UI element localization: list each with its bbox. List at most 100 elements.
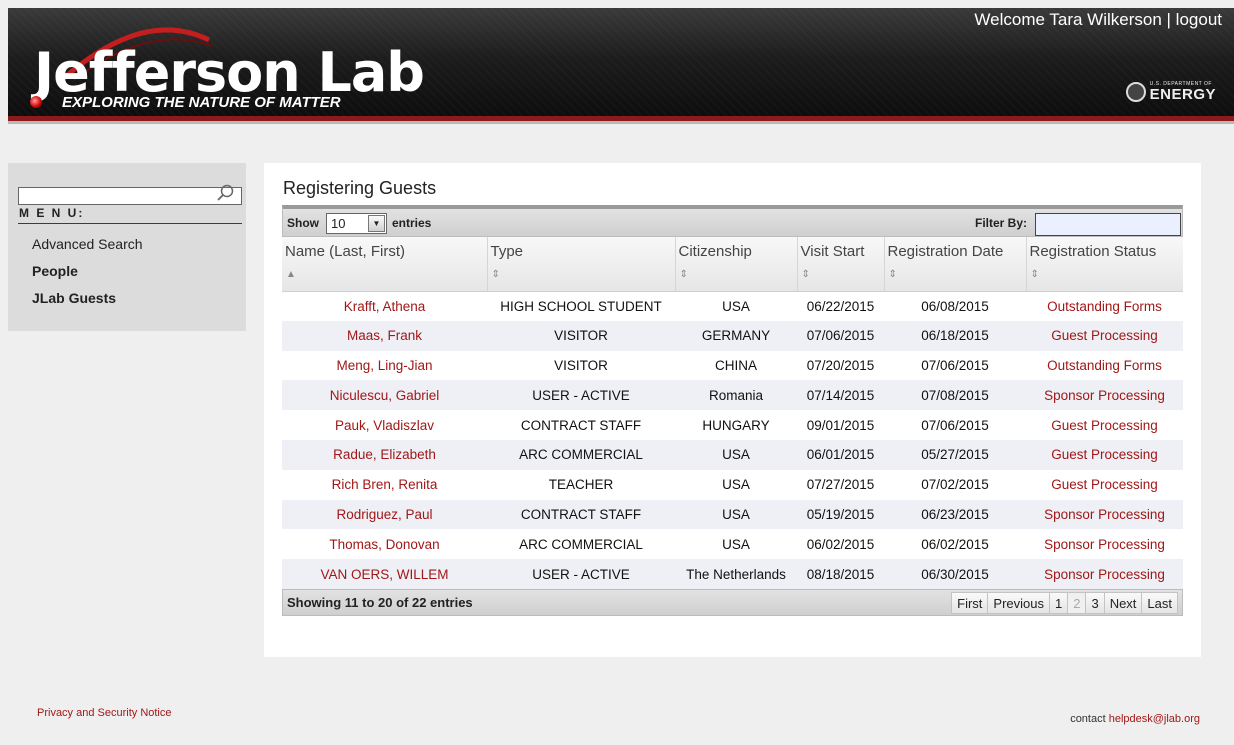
pager-first-button[interactable]: First — [951, 591, 989, 614]
cell-type: VISITOR — [554, 357, 608, 373]
cell-type: USER - ACTIVE — [487, 559, 675, 589]
cell-reg-date: 06/02/2015 — [921, 536, 989, 552]
cell-citizenship: USA — [675, 439, 797, 470]
cell-citizenship: USA — [722, 536, 750, 552]
cell-reg-date: 06/30/2015 — [884, 559, 1026, 589]
table-row[interactable]: Krafft, Athena HIGH SCHOOL STUDENT USA 06/2… — [282, 291, 1183, 321]
chevron-down-icon[interactable]: ▼ — [368, 215, 385, 232]
pager-last-button[interactable]: Last — [1141, 591, 1178, 614]
table-row[interactable]: Meng, Ling-Jian VISITOR CHINA 07/20/2015 07/… — [282, 351, 1183, 381]
cell-visit-start: 09/01/2015 — [806, 417, 875, 433]
table-row[interactable]: Niculescu, Gabriel USER - ACTIVE Romania 07… — [282, 380, 1183, 411]
welcome-area: Welcome Tara Wilkerson | logout — [974, 10, 1222, 30]
cell-name[interactable]: Thomas, Donovan — [282, 529, 487, 559]
menu-label: M E N U: — [19, 206, 85, 220]
column-header-name[interactable]: Name (Last, First) ▲ — [282, 237, 488, 292]
cell-citizenship: USA — [675, 499, 797, 530]
doe-logo[interactable]: U.S. DEPARTMENT OF ENERGY — [1125, 82, 1216, 102]
cell-name[interactable]: Rich Bren, Renita — [282, 470, 487, 500]
main-content: Registering Guests Show 10 ▼ entries Fil… — [264, 163, 1201, 657]
welcome-text: Welcome Tara Wilkerson — [974, 10, 1162, 29]
cell-status[interactable]: Outstanding Forms — [1026, 351, 1183, 381]
cell-visit-start: 07/14/2015 — [797, 380, 884, 411]
table-row[interactable]: Rich Bren, Renita TEACHER USA 07/27/2015 07/… — [282, 470, 1183, 500]
cell-name[interactable]: Krafft, Athena — [282, 291, 487, 321]
cell-name[interactable]: Meng, Ling-Jian — [282, 351, 487, 381]
pagination: First Previous 1 2 3 Next Last — [951, 591, 1178, 614]
contact-prefix: contact — [1070, 713, 1106, 725]
sidebar-item-advanced-search[interactable]: Advanced Search — [32, 236, 143, 252]
cell-citizenship: HUNGARY — [702, 417, 770, 433]
cell-visit-start: 08/18/2015 — [797, 559, 884, 589]
pager-page-3[interactable]: 3 — [1085, 591, 1105, 614]
doe-seal-icon — [1125, 82, 1146, 102]
entries-label: entries — [392, 216, 432, 230]
cell-name[interactable]: Pauk, Vladiszlav — [282, 410, 487, 440]
cell-visit-start: 06/02/2015 — [806, 536, 875, 552]
logout-link[interactable]: logout — [1176, 10, 1222, 29]
filter-input[interactable] — [1035, 213, 1181, 236]
cell-name[interactable]: VAN OERS, WILLEM — [282, 559, 487, 589]
table-row[interactable]: Rodriguez, Paul CONTRACT STAFF USA 05/19/20… — [282, 499, 1183, 530]
table-body: Krafft, Athena HIGH SCHOOL STUDENT USA 06/2… — [282, 291, 1183, 589]
contact-info: contact helpdesk@jlab.org — [1070, 713, 1200, 725]
search-input[interactable] — [18, 187, 242, 205]
cell-status[interactable]: Sponsor Processing — [1026, 529, 1183, 559]
cell-status[interactable]: Guest Processing — [1026, 410, 1183, 440]
cell-visit-start: 05/19/2015 — [797, 499, 884, 530]
cell-status[interactable]: Guest Processing — [1026, 439, 1183, 470]
cell-reg-date: 06/08/2015 — [921, 298, 989, 314]
table-row[interactable]: Radue, Elizabeth ARC COMMERCIAL USA 06/01/2… — [282, 439, 1183, 470]
logo-dot-icon — [30, 96, 42, 108]
cell-reg-date: 07/02/2015 — [921, 477, 989, 493]
page-title: Registering Guests — [283, 178, 437, 198]
pager-page-1[interactable]: 1 — [1048, 591, 1069, 614]
cell-citizenship: USA — [722, 298, 750, 314]
column-header-registration-status[interactable]: Registration Status ⇕ — [1026, 237, 1183, 292]
column-header-type[interactable]: Type ⇕ — [487, 237, 676, 292]
cell-reg-date: 07/08/2015 — [884, 380, 1026, 411]
header-stripe-secondary — [8, 121, 1234, 124]
sidebar-item-people[interactable]: People — [32, 263, 78, 279]
sort-icon: ⇕ — [888, 269, 897, 280]
cell-type: CONTRACT STAFF — [487, 499, 675, 530]
guests-table-wrapper: Show 10 ▼ entries Filter By: Name (Last,… — [282, 205, 1183, 616]
cell-citizenship: CHINA — [714, 357, 757, 373]
sidebar-item-jlab-guests[interactable]: JLab Guests — [32, 290, 116, 306]
column-header-citizenship[interactable]: Citizenship ⇕ — [675, 237, 798, 292]
pager-page-2[interactable]: 2 — [1067, 591, 1087, 614]
table-row[interactable]: Maas, Frank VISITOR GERMANY 07/06/2015 06/18… — [282, 320, 1183, 351]
sidebar: M E N U: Advanced Search People JLab Gue… — [8, 163, 246, 331]
column-header-visit-start[interactable]: Visit Start ⇕ — [797, 237, 885, 292]
cell-reg-date: 07/06/2015 — [921, 417, 989, 433]
cell-status[interactable]: Sponsor Processing — [1026, 380, 1183, 411]
cell-reg-date: 07/06/2015 — [921, 357, 989, 373]
logo-title[interactable]: Jefferson Lab — [34, 46, 425, 100]
cell-reg-date: 06/18/2015 — [884, 320, 1026, 351]
pager-previous-button[interactable]: Previous — [987, 591, 1050, 614]
page-size-select[interactable]: 10 ▼ — [326, 213, 387, 234]
cell-type: ARC COMMERCIAL — [519, 536, 643, 552]
cell-name[interactable]: Radue, Elizabeth — [282, 439, 487, 470]
column-header-registration-date[interactable]: Registration Date ⇕ — [884, 237, 1027, 292]
cell-status[interactable]: Guest Processing — [1026, 320, 1183, 351]
pager-next-button[interactable]: Next — [1103, 591, 1143, 614]
site-header: Jefferson Lab EXPLORING THE NATURE OF MA… — [8, 8, 1234, 120]
table-row[interactable]: Thomas, Donovan ARC COMMERCIAL USA 06/02/20… — [282, 529, 1183, 559]
cell-name[interactable]: Rodriguez, Paul — [282, 499, 487, 530]
cell-visit-start: 07/27/2015 — [806, 477, 875, 493]
cell-status[interactable]: Sponsor Processing — [1026, 559, 1183, 589]
table-toolbar: Show 10 ▼ entries Filter By: — [282, 205, 1183, 237]
cell-name[interactable]: Maas, Frank — [282, 320, 487, 351]
privacy-notice-link[interactable]: Privacy and Security Notice — [37, 707, 172, 719]
cell-visit-start: 07/06/2015 — [797, 320, 884, 351]
cell-name[interactable]: Niculescu, Gabriel — [282, 380, 487, 411]
cell-status[interactable]: Outstanding Forms — [1026, 291, 1183, 321]
search-icon[interactable] — [216, 184, 234, 202]
cell-status[interactable]: Sponsor Processing — [1026, 499, 1183, 530]
helpdesk-email-link[interactable]: helpdesk@jlab.org — [1109, 713, 1200, 725]
filter-label: Filter By: — [975, 216, 1028, 230]
table-row[interactable]: VAN OERS, WILLEM USER - ACTIVE The Netherl… — [282, 559, 1183, 589]
table-row[interactable]: Pauk, Vladiszlav CONTRACT STAFF HUNGARY 09/… — [282, 410, 1183, 440]
cell-status[interactable]: Guest Processing — [1026, 470, 1183, 500]
